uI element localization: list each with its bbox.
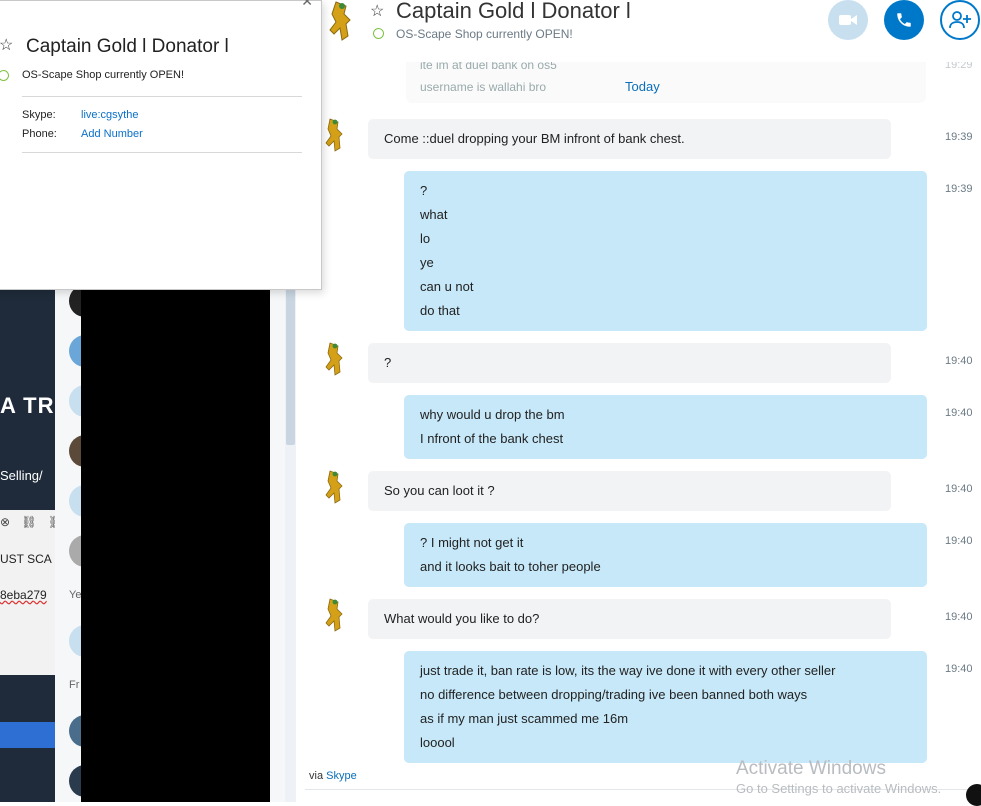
scrollbar-thumb[interactable] <box>286 285 295 445</box>
background-blue-bar <box>0 722 55 748</box>
outgoing-message[interactable]: just trade it, ban rate is low, its the … <box>404 651 927 763</box>
activate-windows-subtitle: Go to Settings to activate Windows. <box>736 781 942 796</box>
message-text: and it looks bait to toher people <box>420 559 601 574</box>
message-time: 19:40 <box>945 355 973 367</box>
incoming-message[interactable]: ? <box>368 343 891 383</box>
incoming-message[interactable]: Come ::duel dropping your BM infront of … <box>368 119 891 159</box>
conversation-title[interactable]: Captain Gold l Donator l <box>396 0 631 24</box>
add-person-icon <box>949 11 971 29</box>
message-time: 19:39 <box>945 183 973 195</box>
chat-header: ☆ Captain Gold l Donator l OS-Scape Shop… <box>300 0 981 62</box>
message-text: ? I might not get it <box>420 535 524 550</box>
message-time: 19:40 <box>945 663 973 675</box>
skype-id-link[interactable]: live:cgsythe <box>81 109 138 121</box>
message-time: 19:40 <box>945 407 973 419</box>
video-camera-icon <box>839 15 857 25</box>
message-text: why would u drop the bm <box>420 407 565 422</box>
conversation-status: OS-Scape Shop currently OPEN! <box>396 27 573 41</box>
outgoing-message[interactable]: ? I might not get it and it looks bait to… <box>404 523 927 587</box>
message-text: just trade it, ban rate is low, its the … <box>420 663 836 678</box>
message-text: Come ::duel dropping your BM infront of … <box>384 131 685 146</box>
message-text: no difference between dropping/trading i… <box>420 687 808 702</box>
message-text: I nfront of the bank chest <box>420 431 564 446</box>
message-time: 19:39 <box>945 131 973 143</box>
star-icon[interactable]: ☆ <box>0 35 13 55</box>
message-text: What would you like to do? <box>384 611 540 626</box>
status-online-icon <box>0 70 9 81</box>
corner-element <box>966 784 981 806</box>
message-thread: ite im at duel bank on os5 username is wa… <box>300 55 981 802</box>
audio-call-button[interactable] <box>884 0 924 40</box>
star-icon[interactable]: ☆ <box>370 1 384 21</box>
video-call-button[interactable] <box>828 0 868 40</box>
previous-message-text: username is wallahi bro <box>420 80 547 94</box>
background-text-fragment: UST SCA <box>0 552 52 566</box>
contact-avatar[interactable] <box>318 0 360 42</box>
popup-status-message: OS-Scape Shop currently OPEN! <box>22 69 185 81</box>
message-text: lo <box>420 231 431 246</box>
divider <box>22 96 302 97</box>
phone-icon <box>897 13 911 27</box>
add-people-button[interactable] <box>940 0 980 40</box>
incoming-message[interactable]: So you can loot it ? <box>368 471 891 511</box>
close-icon[interactable]: ✕ <box>301 0 313 10</box>
contact-name-fragment: Fr <box>69 679 80 691</box>
background-text-fragment: 8eba279 <box>0 588 47 602</box>
outgoing-message[interactable]: ? what lo ye can u not do that <box>404 171 927 331</box>
sender-avatar[interactable] <box>318 341 348 377</box>
activate-windows-watermark: Activate Windows <box>736 758 886 779</box>
message-text: ye <box>420 255 434 270</box>
background-text-fragment: A TR <box>0 393 55 418</box>
popup-contact-name: Captain Gold l Donator l <box>26 36 229 57</box>
message-text: as if my man just scammed me 16m <box>420 711 629 726</box>
redacted-block <box>81 285 270 802</box>
message-time: 19:40 <box>945 483 973 495</box>
message-text: do that <box>420 303 460 318</box>
add-number-link[interactable]: Add Number <box>81 128 143 140</box>
outgoing-message[interactable]: why would u drop the bm I nfront of the b… <box>404 395 927 459</box>
message-time: 19:40 <box>945 611 973 623</box>
sender-avatar[interactable] <box>318 117 348 153</box>
skype-link[interactable]: Skype <box>326 770 357 782</box>
divider <box>22 152 302 153</box>
phone-label: Phone: <box>22 128 57 140</box>
message-time: 19:40 <box>945 535 973 547</box>
message-text: ? <box>420 183 428 198</box>
message-text: what <box>420 207 448 222</box>
message-text: can u not <box>420 279 474 294</box>
message-text: looool <box>420 735 455 750</box>
sender-avatar[interactable] <box>318 469 348 505</box>
message-text: ? <box>384 355 392 370</box>
message-text: So you can loot it ? <box>384 483 495 498</box>
contact-name-fragment: Ye <box>69 589 82 601</box>
via-footer: via Skype <box>309 770 357 782</box>
date-separator: Today <box>625 79 660 94</box>
profile-popup: ✕ ☆ Captain Gold l Donator l OS-Scape Sh… <box>0 0 322 290</box>
status-online-icon <box>373 28 384 39</box>
skype-label: Skype: <box>22 109 56 121</box>
incoming-message[interactable]: What would you like to do? <box>368 599 891 639</box>
background-text-fragment: Selling/ <box>0 468 43 483</box>
sender-avatar[interactable] <box>318 597 348 633</box>
